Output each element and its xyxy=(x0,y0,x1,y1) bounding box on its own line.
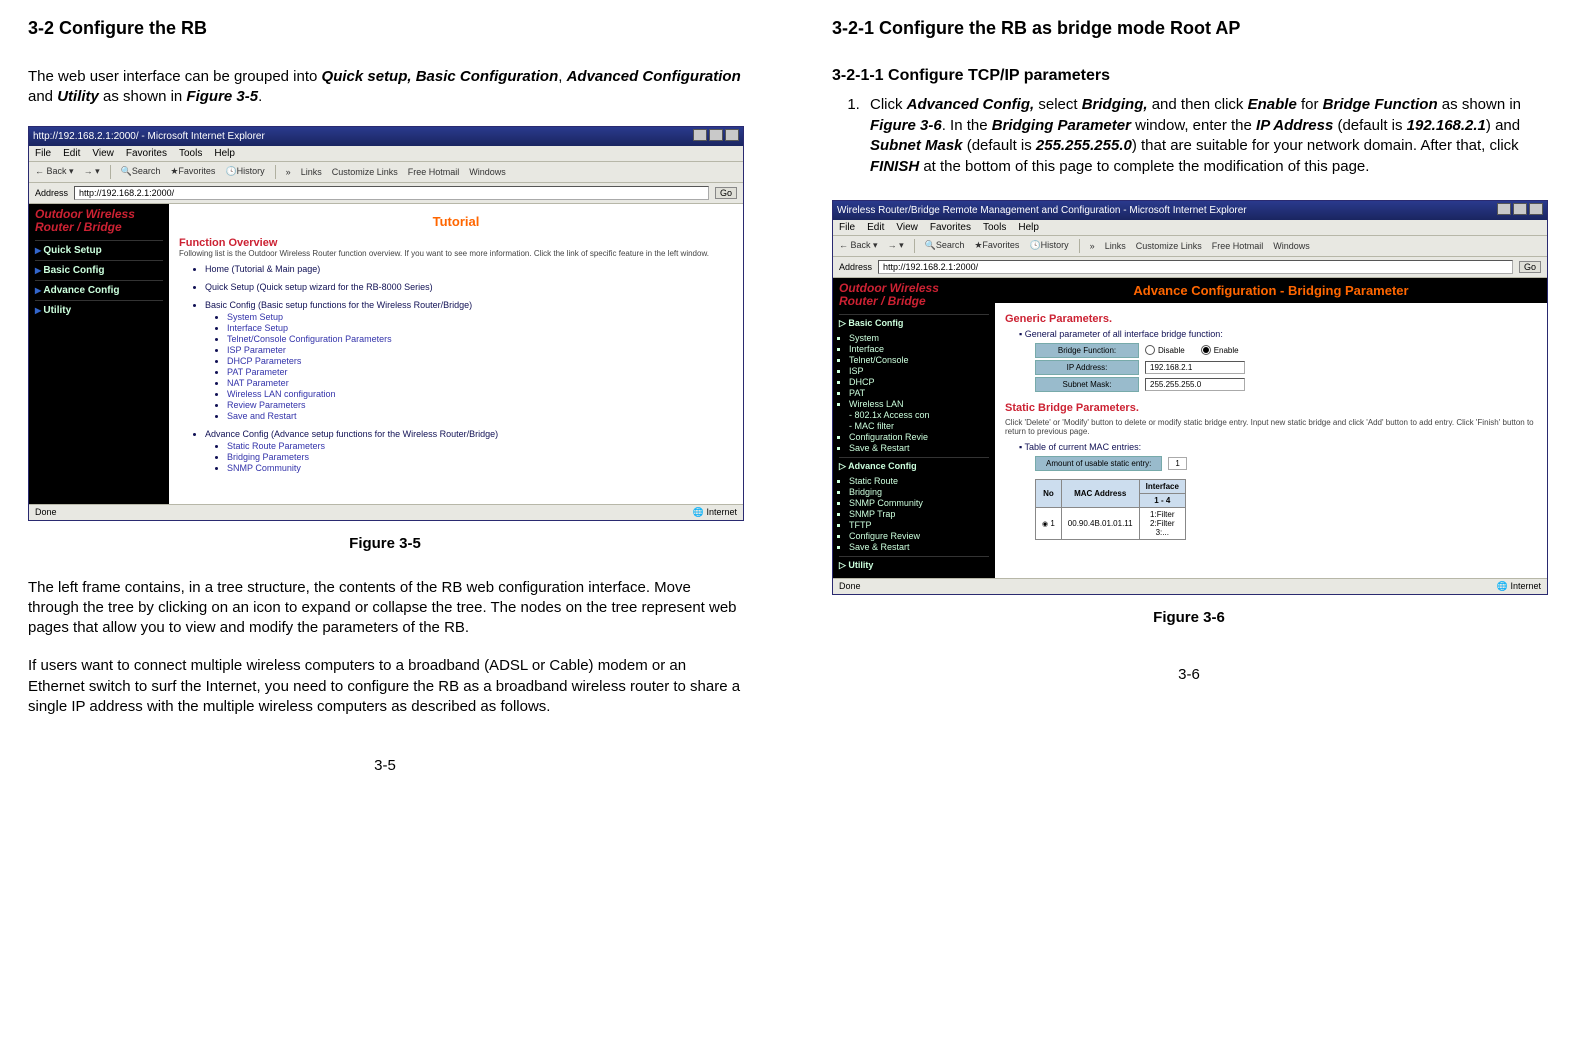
subnet-mask-input[interactable]: 255.255.255.0 xyxy=(1145,378,1245,391)
ie-address-bar: Address http://192.168.2.1:2000/ Go xyxy=(833,257,1547,278)
side-advance-config[interactable]: Advance Config xyxy=(839,457,989,475)
page-number-right: 3-6 xyxy=(832,666,1546,683)
heading-3-2-1: 3-2-1 Configure the RB as bridge mode Ro… xyxy=(832,18,1546,39)
side-basic-config[interactable]: Basic Config xyxy=(839,314,989,332)
go-button[interactable]: Go xyxy=(715,187,737,199)
nav-advance-config[interactable]: Advance Config xyxy=(35,280,163,300)
address-input[interactable]: http://192.168.2.1:2000/ xyxy=(878,260,1513,274)
mac-input[interactable]: 00.90.4B.01.01.11 xyxy=(1061,507,1139,539)
heading-3-2: 3-2 Configure the RB xyxy=(28,18,742,39)
fig6-sidebar: Outdoor Wireless Router / Bridge Basic C… xyxy=(833,278,995,578)
amount-value: 1 xyxy=(1168,457,1186,470)
figure-3-6-caption: Figure 3-6 xyxy=(832,609,1546,626)
address-input[interactable]: http://192.168.2.1:2000/ xyxy=(74,186,709,200)
ie-toolbar[interactable]: ← Back ▾→ ▾ 🔍Search ★Favorites 🕓History … xyxy=(833,236,1547,257)
ie-titlebar: Wireless Router/Bridge Remote Management… xyxy=(833,201,1547,220)
window-buttons[interactable] xyxy=(691,129,739,144)
ie-address-bar: Address http://192.168.2.1:2000/ Go xyxy=(29,183,743,204)
brand-text: Outdoor Wireless Router / Bridge xyxy=(839,282,989,308)
broadband-paragraph: If users want to connect multiple wirele… xyxy=(28,656,742,717)
ie-menubar[interactable]: File Edit View Favorites Tools Help xyxy=(29,146,743,162)
figure-3-5-caption: Figure 3-5 xyxy=(28,535,742,552)
main-header: Advance Configuration - Bridging Paramet… xyxy=(995,278,1547,303)
left-column: 3-2 Configure the RB The web user interf… xyxy=(28,18,742,774)
mac-table: No MAC Address Interface 1 - 4 ◉ 1 00.90… xyxy=(1035,479,1186,540)
ie-statusbar: Done 🌐 Internet xyxy=(29,504,743,520)
ie-statusbar: Done 🌐 Internet xyxy=(833,578,1547,594)
brand-text: Outdoor Wireless Router / Bridge xyxy=(35,208,163,234)
nav-basic-config[interactable]: Basic Config xyxy=(35,260,163,280)
step-1: Click Advanced Config, select Bridging, … xyxy=(864,95,1546,178)
nav-utility[interactable]: Utility xyxy=(35,300,163,320)
tutorial-title: Tutorial xyxy=(179,214,733,229)
nav-quick-setup[interactable]: Quick Setup xyxy=(35,240,163,260)
right-column: 3-2-1 Configure the RB as bridge mode Ro… xyxy=(832,18,1546,774)
window-buttons[interactable] xyxy=(1495,203,1543,218)
fig5-main: Tutorial Function Overview Following lis… xyxy=(169,204,743,504)
go-button[interactable]: Go xyxy=(1519,261,1541,273)
radio-enable[interactable]: Enable xyxy=(1201,345,1239,355)
side-utility[interactable]: Utility xyxy=(839,556,989,574)
ie-toolbar[interactable]: ← Back ▾→ ▾ 🔍Search ★Favorites 🕓History … xyxy=(29,162,743,183)
heading-3-2-1-1: 3-2-1-1 Configure TCP/IP parameters xyxy=(832,67,1546,85)
intro-paragraph: The web user interface can be grouped in… xyxy=(28,67,742,108)
ie-menubar[interactable]: File Edit View Favorites Tools Help xyxy=(833,220,1547,236)
tree-paragraph: The left frame contains, in a tree struc… xyxy=(28,578,742,639)
fig5-sidebar: Outdoor Wireless Router / Bridge Quick S… xyxy=(29,204,169,504)
fig6-main: Advance Configuration - Bridging Paramet… xyxy=(995,278,1547,578)
figure-3-6: Wireless Router/Bridge Remote Management… xyxy=(832,200,1548,595)
ip-address-input[interactable]: 192.168.2.1 xyxy=(1145,361,1245,374)
figure-3-5: http://192.168.2.1:2000/ - Microsoft Int… xyxy=(28,126,744,521)
ie-titlebar: http://192.168.2.1:2000/ - Microsoft Int… xyxy=(29,127,743,146)
steps-list: Click Advanced Config, select Bridging, … xyxy=(832,95,1546,178)
radio-disable[interactable]: Disable xyxy=(1145,345,1185,355)
page-number-left: 3-5 xyxy=(28,757,742,774)
